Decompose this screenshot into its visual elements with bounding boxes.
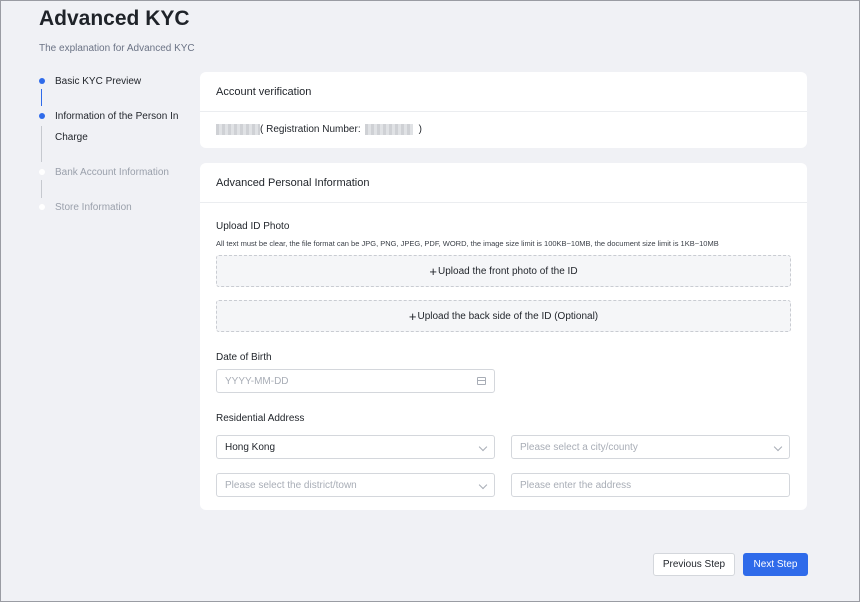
country-select[interactable]: Hong Kong [216, 435, 495, 459]
chevron-down-icon [478, 442, 488, 452]
dob-placeholder: YYYY-MM-DD [225, 375, 289, 387]
step-label: Store Information [55, 202, 132, 213]
address-input[interactable]: Please enter the address [511, 473, 790, 497]
step-label: Basic KYC Preview [55, 76, 142, 87]
redacted-registration-number [364, 124, 413, 135]
step-connector [41, 180, 42, 198]
upload-front-label: Upload the front photo of the ID [438, 265, 578, 277]
plus-icon: + [408, 308, 417, 324]
upload-id-label: Upload ID Photo [216, 221, 290, 232]
step-connector [41, 89, 42, 106]
city-placeholder: Please select a city/county [520, 441, 638, 453]
city-select[interactable]: Please select a city/county [511, 435, 790, 459]
step-label-line2: Charge [55, 132, 88, 143]
account-verification-card: Account verification ( Registration Numb… [200, 72, 807, 148]
upload-back-label: Upload the back side of the ID (Optional… [417, 310, 599, 322]
dob-input[interactable]: YYYY-MM-DD [216, 369, 495, 393]
address-label: Residential Address [216, 413, 305, 424]
calendar-icon [477, 377, 486, 385]
upload-back-id-button[interactable]: + Upload the back side of the ID (Option… [216, 300, 791, 332]
page-subtitle: The explanation for Advanced KYC [39, 43, 195, 54]
step-label: Bank Account Information [55, 167, 169, 178]
card-title: Advanced Personal Information [200, 163, 807, 203]
step-indicator-dot [39, 169, 45, 175]
previous-step-button[interactable]: Previous Step [653, 553, 735, 576]
registration-suffix: ) [418, 124, 422, 135]
upload-hint: All text must be clear, the file format … [216, 239, 719, 248]
redacted-company-name [216, 124, 260, 135]
dob-label: Date of Birth [216, 352, 272, 363]
step-indicator-dot [39, 78, 45, 84]
card-title: Account verification [200, 72, 807, 112]
next-step-button[interactable]: Next Step [743, 553, 808, 576]
registration-info: ( Registration Number: ) [216, 124, 422, 135]
chevron-down-icon [773, 442, 783, 452]
step-indicator-dot [39, 113, 45, 119]
plus-icon: + [429, 263, 438, 279]
registration-prefix: ( Registration Number: [260, 124, 361, 135]
district-select[interactable]: Please select the district/town [216, 473, 495, 497]
chevron-down-icon [478, 480, 488, 490]
country-value: Hong Kong [225, 441, 276, 453]
step-connector [41, 126, 42, 162]
step-indicator-dot [39, 204, 45, 210]
upload-front-id-button[interactable]: + Upload the front photo of the ID [216, 255, 791, 287]
personal-info-card: Advanced Personal Information Upload ID … [200, 163, 807, 510]
page-title: Advanced KYC [39, 7, 190, 30]
step-label: Information of the Person In [55, 111, 179, 122]
district-placeholder: Please select the district/town [225, 479, 357, 491]
address-placeholder: Please enter the address [520, 479, 632, 491]
